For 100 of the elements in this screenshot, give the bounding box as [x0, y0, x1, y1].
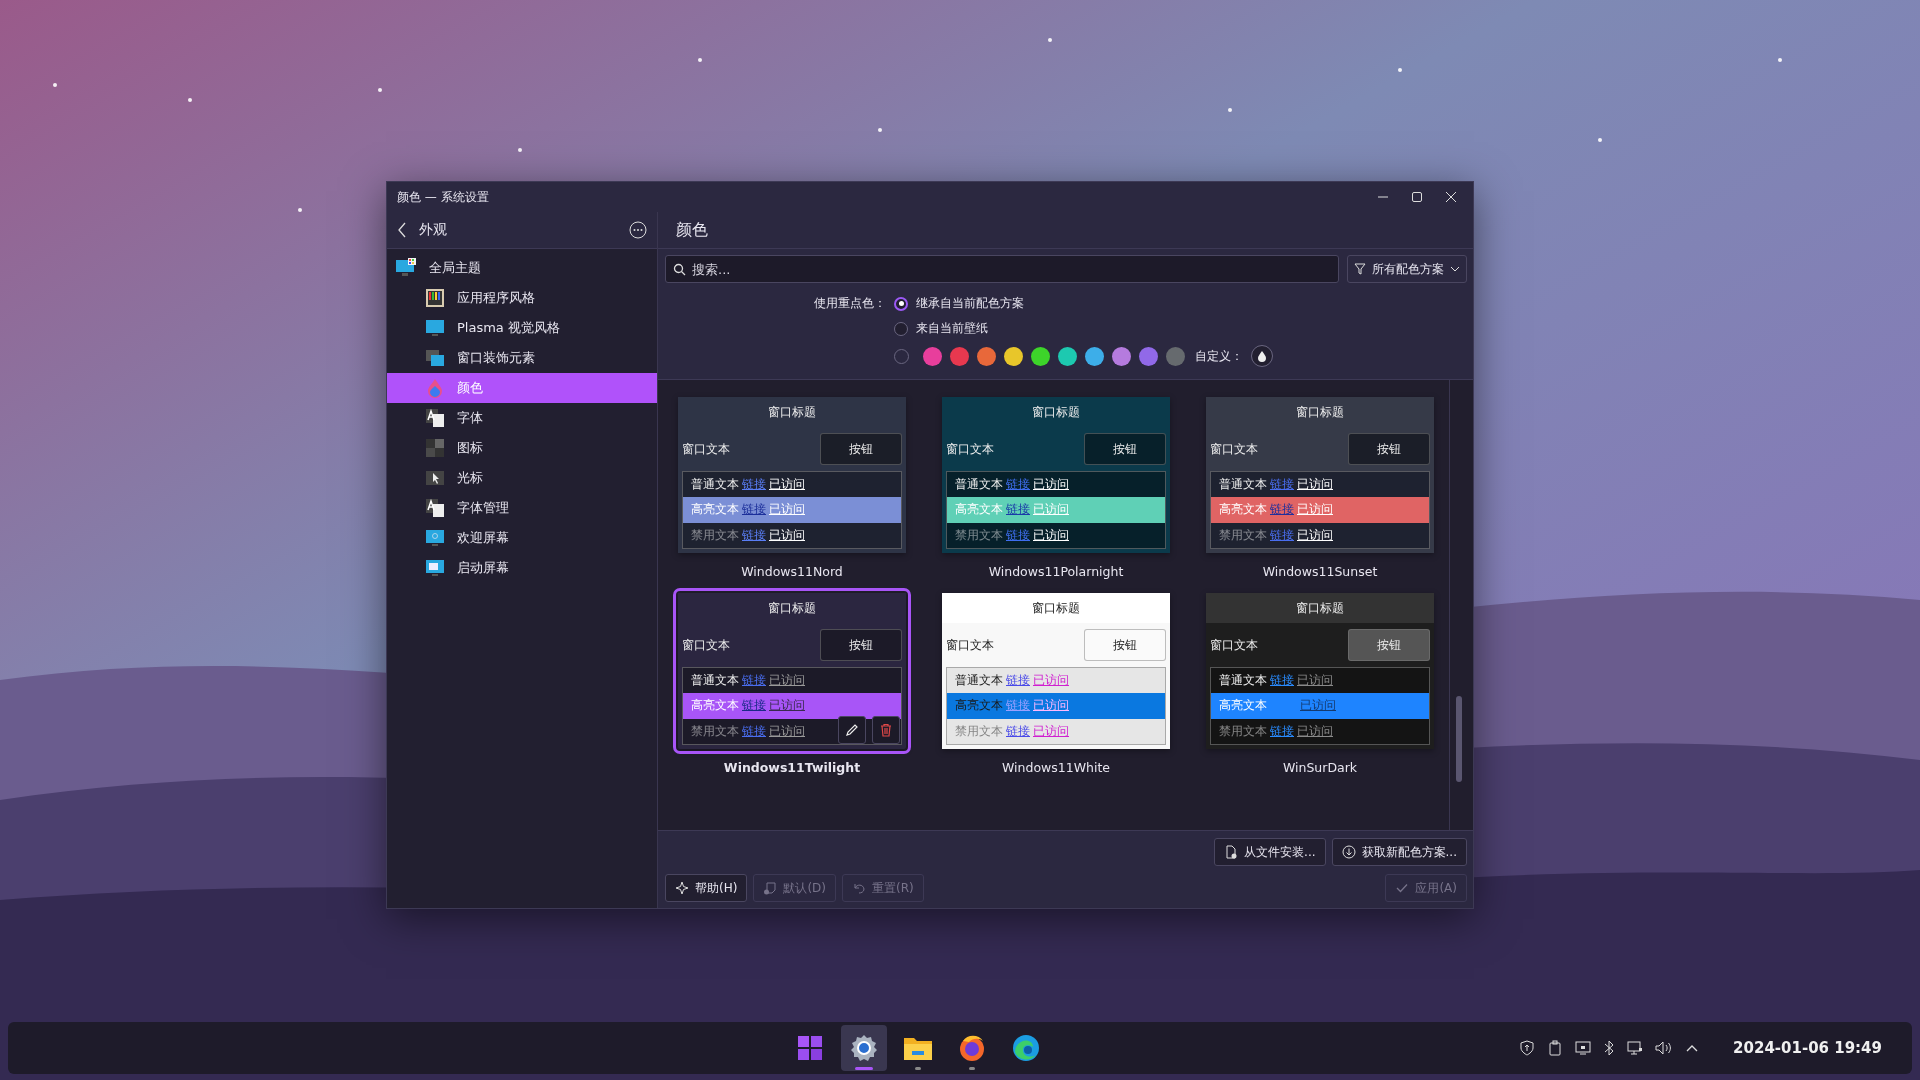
color-swatch[interactable] [950, 346, 969, 366]
link-text: 链接 [742, 526, 766, 544]
download-icon [1341, 845, 1356, 859]
preview-title: 窗口标题 [942, 397, 1170, 427]
visited-link-text: 已访问 [1033, 697, 1069, 715]
color-swatch[interactable] [1058, 346, 1077, 366]
sidebar-item[interactable]: 字体管理 [387, 493, 657, 523]
sidebar-item[interactable]: 应用程序风格 [387, 283, 657, 313]
accent-option[interactable]: 来自当前壁纸 [894, 320, 1273, 337]
color-swatch[interactable] [1112, 346, 1131, 366]
visited-link-text: 已访问 [1297, 501, 1333, 519]
close-button[interactable] [1445, 191, 1457, 203]
window-title: 颜色 — 系统设置 [397, 188, 490, 206]
color-swatch[interactable] [1166, 346, 1185, 366]
visited-link-text: 已访问 [769, 672, 805, 690]
visited-link-text: 已访问 [769, 722, 805, 740]
file-icon [1224, 845, 1239, 859]
color-scheme-card[interactable]: 窗口标题 窗口文本 按钮 普通文本 链接 已访问 高亮文本 已访问 禁用文本 链接 已访问 [1206, 593, 1434, 749]
visited-link-text: 已访问 [769, 501, 805, 519]
edit-button[interactable] [838, 716, 866, 744]
color-scheme-card[interactable]: 窗口标题 窗口文本 按钮 普通文本 链接 已访问 高亮文本 链接 已访问 禁用文本 链接 已访问 [942, 397, 1170, 553]
visited-link-text: 已访问 [769, 526, 805, 544]
preview-text: 窗口文本 [1210, 636, 1258, 654]
color-scheme-card[interactable]: 窗口标题 窗口文本 按钮 普通文本 链接 已访问 高亮文本 链接 已访问 禁用文本 链接 已访问 [942, 593, 1170, 749]
visited-link-text: 已访问 [1033, 672, 1069, 690]
color-swatch[interactable] [1085, 346, 1104, 366]
preview-button: 按钮 [1084, 433, 1166, 465]
color-swatch[interactable] [977, 346, 996, 366]
more-button[interactable] [629, 221, 647, 239]
color-swatch[interactable] [923, 346, 942, 366]
font-icon [425, 498, 445, 518]
sidebar-item[interactable]: 颜色 [387, 373, 657, 403]
cursor-icon [425, 468, 445, 488]
taskbar-app[interactable] [841, 1025, 887, 1071]
visited-link-text: 已访问 [1297, 722, 1333, 740]
sidebar-item[interactable]: 字体 [387, 403, 657, 433]
monitor-icon [425, 558, 445, 578]
filter-dropdown[interactable]: 所有配色方案 [1347, 255, 1467, 283]
radio-button[interactable] [894, 296, 908, 311]
preview-text: 禁用文本 [691, 526, 739, 544]
bluetooth-icon [1603, 1040, 1616, 1056]
preview-text: 禁用文本 [955, 526, 1003, 544]
back-button[interactable]: 外观 [397, 221, 617, 239]
link-text: 链接 [1270, 722, 1294, 740]
clock[interactable]: 2024-01-06 19:49 [1733, 1039, 1882, 1057]
grid-icon [425, 438, 445, 458]
screen-icon [1575, 1040, 1592, 1056]
close-icon [1445, 191, 1457, 203]
preview-text: 高亮文本 [1219, 697, 1267, 715]
preview-title: 窗口标题 [1206, 593, 1434, 623]
search-field[interactable]: 搜索... [665, 255, 1339, 283]
sidebar-item[interactable]: 窗口装饰元素 [387, 343, 657, 373]
help-button[interactable]: 帮助(H) [665, 874, 748, 902]
preview-text: 普通文本 [1219, 672, 1267, 690]
page-title: 颜色 [676, 219, 708, 241]
visited-link-text: 已访问 [1297, 526, 1333, 544]
preview-text: 普通文本 [955, 476, 1003, 494]
preview-text: 高亮文本 [691, 501, 739, 519]
color-swatch[interactable] [1139, 346, 1158, 366]
link-text: 链接 [1270, 476, 1294, 494]
maximize-button[interactable] [1411, 191, 1423, 203]
link-text: 链接 [1006, 501, 1030, 519]
preview-button: 按钮 [820, 629, 902, 661]
scheme-name: Windows11Sunset [1262, 564, 1378, 579]
visited-link-text: 已访问 [1300, 697, 1336, 715]
shield-icon [1519, 1040, 1536, 1056]
sidebar-item[interactable]: 欢迎屏幕 [387, 523, 657, 553]
trash-icon [879, 723, 893, 737]
drop-icon [1257, 350, 1267, 362]
preview-text: 普通文本 [1219, 476, 1267, 494]
link-text: 链接 [1270, 672, 1294, 690]
preview-text: 高亮文本 [955, 501, 1003, 519]
volume-icon [1655, 1040, 1674, 1056]
scheme-name: Windows11Nord [741, 564, 843, 579]
visited-link-text: 已访问 [1033, 526, 1069, 544]
custom-color-button[interactable] [1251, 345, 1273, 367]
color-swatch[interactable] [1031, 346, 1050, 366]
check-icon [1395, 881, 1410, 895]
delete-button[interactable] [872, 716, 900, 744]
sidebar-item[interactable]: Plasma 视觉风格 [387, 313, 657, 343]
preview-text: 禁用文本 [1219, 526, 1267, 544]
accent-option[interactable]: 继承自当前配色方案 [894, 295, 1273, 312]
color-scheme-card[interactable]: 窗口标题 窗口文本 按钮 普通文本 链接 已访问 高亮文本 链接 已访问 禁用文本 链接 已访问 [678, 397, 906, 553]
sidebar-item[interactable]: 启动屏幕 [387, 553, 657, 583]
preview-text: 窗口文本 [946, 440, 994, 458]
color-swatch[interactable] [1004, 346, 1023, 366]
sidebar-item[interactable]: 光标 [387, 463, 657, 493]
sidebar-item[interactable]: 图标 [387, 433, 657, 463]
visited-link-text: 已访问 [769, 476, 805, 494]
preview-text: 普通文本 [691, 672, 739, 690]
scrollbar[interactable] [1449, 380, 1464, 830]
download-button[interactable]: 获取新配色方案... [1331, 838, 1467, 866]
sidebar-item[interactable]: 全局主题 [387, 253, 657, 283]
link-text: 链接 [1006, 697, 1030, 715]
link-text: 链接 [742, 722, 766, 740]
color-scheme-card[interactable]: 窗口标题 窗口文本 按钮 普通文本 链接 已访问 高亮文本 链接 已访问 禁用文本 链接 已访问 [1206, 397, 1434, 553]
install-button[interactable]: 从文件安装... [1214, 838, 1326, 866]
note-icon [763, 881, 778, 895]
radio-button[interactable] [894, 321, 908, 336]
preview-button: 按钮 [1348, 433, 1430, 465]
